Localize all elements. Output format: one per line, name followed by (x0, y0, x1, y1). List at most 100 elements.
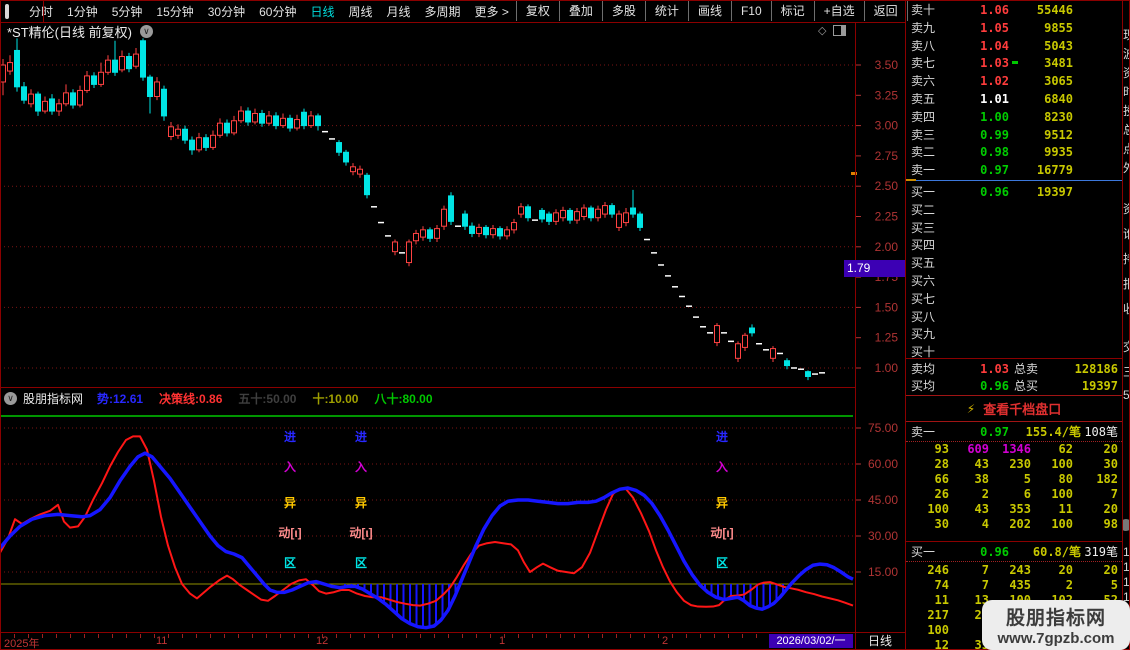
open-price-tick (851, 172, 857, 175)
candle-up (106, 60, 111, 72)
candle-up (78, 90, 83, 105)
candle-down (15, 50, 20, 86)
buy-level-买九[interactable]: 买九 (906, 326, 1122, 343)
candle-down (750, 328, 755, 333)
buy-level-买二[interactable]: 买二 (906, 202, 1122, 219)
avg-row-买均: 买均0.96总买19397 (906, 378, 1122, 395)
buy-level-买六[interactable]: 买六 (906, 273, 1122, 290)
tab-period-15分钟[interactable]: 15分钟 (156, 3, 193, 20)
buy-level-买八[interactable]: 买八 (906, 309, 1122, 326)
layout-icon[interactable] (5, 4, 9, 19)
candle-up (477, 227, 482, 233)
tab-period-周线[interactable]: 周线 (348, 3, 372, 20)
buy-level-买五[interactable]: 买五 (906, 255, 1122, 272)
action-button-复权[interactable]: 复权 (516, 1, 559, 21)
level-volume: 5043 (1021, 38, 1073, 55)
price-axis-label: 3.25 (875, 88, 899, 102)
detail-cell: 243 (994, 563, 1031, 578)
sell-level-卖四[interactable]: 卖四1.008230 (906, 109, 1122, 126)
tab-period-更多 >[interactable]: 更多 > (475, 3, 509, 20)
tab-period-5分钟[interactable]: 5分钟 (112, 3, 143, 20)
candle-down (225, 123, 230, 133)
candle-up (85, 76, 90, 91)
candle-up (351, 167, 356, 172)
level-label: 买八 (911, 309, 935, 326)
level-price: 1.01 (951, 91, 1009, 108)
tab-period-日线[interactable]: 日线 (310, 3, 334, 20)
action-button-画线[interactable]: 画线 (688, 1, 731, 21)
candlestick-chart[interactable]: 3.503.253.002.752.502.252.001.751.501.25… (0, 36, 905, 387)
indicator-axis-label: 15.00 (868, 565, 898, 579)
sell-level-卖十[interactable]: 卖十1.0655446 (906, 2, 1122, 19)
candle-up (736, 344, 741, 359)
level-label: 卖八 (911, 38, 935, 55)
candle-down (337, 143, 342, 153)
sell-level-卖五[interactable]: 卖五1.016840 (906, 91, 1122, 108)
candle-down (610, 206, 615, 214)
candle-down (428, 230, 433, 238)
buy-level-买七[interactable]: 买七 (906, 291, 1122, 308)
tab-period-月线[interactable]: 月线 (387, 3, 411, 20)
collapse-indicator-icon[interactable]: ∨ (4, 392, 17, 405)
level-label: 卖三 (911, 127, 935, 144)
detail-label: 买一 (911, 544, 935, 561)
candle-up (393, 242, 398, 252)
avg-price: 0.96 (951, 378, 1009, 395)
price-axis-label: 2.00 (875, 240, 899, 254)
action-button-返回[interactable]: 返回 (864, 1, 908, 21)
sell-level-卖三[interactable]: 卖三0.999512 (906, 127, 1122, 144)
candle-down (127, 57, 132, 69)
buy-level-买三[interactable]: 买三 (906, 220, 1122, 237)
detail-cell: 435 (994, 578, 1031, 593)
tab-period-多周期[interactable]: 多周期 (425, 3, 461, 20)
sell-level-卖九[interactable]: 卖九1.059855 (906, 20, 1122, 37)
detail-cell: 5 (1078, 578, 1118, 593)
indicator-chart[interactable]: 75.0060.0045.0030.0015.00 (0, 408, 905, 632)
indicator-field-势: 势:12.61 (97, 390, 143, 407)
sell-level-卖一[interactable]: 卖一0.9716779 (906, 162, 1122, 179)
tab-period-30分钟[interactable]: 30分钟 (208, 3, 245, 20)
action-button-+自选[interactable]: +自选 (814, 1, 864, 21)
level-price: 1.05 (951, 20, 1009, 37)
price-axis-label: 1.00 (875, 361, 899, 375)
signal-char: 区 (707, 554, 737, 571)
candle-up (603, 206, 608, 214)
level-volume: 55446 (1021, 2, 1073, 19)
buy-level-买四[interactable]: 买四 (906, 237, 1122, 254)
buy-level-买一[interactable]: 买一0.9619397 (906, 184, 1122, 201)
level-volume: 9855 (1021, 20, 1073, 37)
detail-cell: 30 (1078, 457, 1118, 472)
avg-price: 1.03 (951, 361, 1009, 378)
diamond-icon[interactable]: ◇ (818, 24, 826, 37)
kandang-link[interactable]: ⚡ 查看千档盘口 (905, 395, 1123, 422)
last-price-tag: 1.79 (844, 260, 905, 277)
level-label: 卖二 (911, 144, 935, 161)
candle-down (183, 129, 188, 140)
tab-period-1分钟[interactable]: 1分钟 (67, 3, 98, 20)
candle-up (218, 123, 223, 135)
action-button-统计[interactable]: 统计 (645, 1, 688, 21)
candle-down (71, 93, 76, 105)
sell-detail-row: 30420210098 (906, 517, 1122, 532)
tab-period-60分钟[interactable]: 60分钟 (259, 3, 296, 20)
candle-up (295, 120, 300, 128)
action-button-叠加[interactable]: 叠加 (559, 1, 602, 21)
sell-level-卖二[interactable]: 卖二0.989935 (906, 144, 1122, 161)
sell-level-卖六[interactable]: 卖六1.023065 (906, 73, 1122, 90)
chevron-down-icon[interactable]: ∨ (140, 25, 153, 38)
action-button-标记[interactable]: 标记 (771, 1, 814, 21)
sell-level-卖八[interactable]: 卖八1.045043 (906, 38, 1122, 55)
action-button-F10[interactable]: F10 (731, 1, 771, 21)
candle-up (491, 229, 496, 235)
split-pane-icon[interactable] (833, 25, 846, 36)
avg-label: 卖均 (911, 361, 935, 378)
tab-period-分时[interactable]: 分时 (29, 3, 53, 20)
candle-up (561, 210, 566, 217)
window-corner-icons: ◇ (818, 24, 846, 37)
action-button-多股[interactable]: 多股 (602, 1, 645, 21)
level-price: 0.96 (951, 184, 1009, 201)
signal-char: 异 (275, 494, 305, 511)
candle-up (309, 116, 314, 126)
detail-cell: 93 (914, 442, 949, 457)
period-label-box[interactable]: 日线 (856, 633, 904, 649)
